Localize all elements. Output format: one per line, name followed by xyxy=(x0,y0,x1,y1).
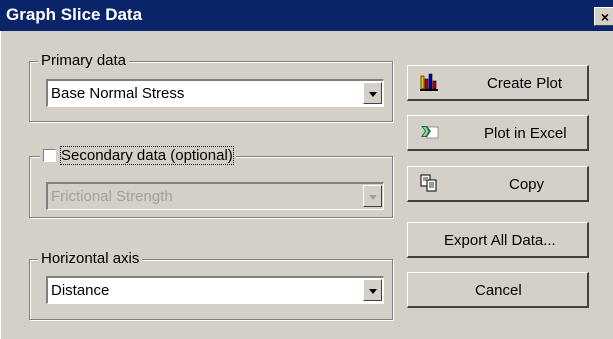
primary-data-select[interactable]: Base Normal Stress xyxy=(46,79,384,107)
secondary-data-legend: Secondary data (optional) xyxy=(40,146,236,165)
copy-icon xyxy=(420,174,437,192)
window-title: Graph Slice Data xyxy=(6,5,143,24)
bar-chart-icon xyxy=(420,73,438,91)
primary-data-label: Primary data xyxy=(38,52,130,70)
excel-icon xyxy=(421,126,439,139)
copy-label: Copy xyxy=(509,176,545,193)
secondary-data-select: Frictional Strength xyxy=(46,182,384,210)
create-plot-button[interactable]: Create Plot xyxy=(407,65,589,101)
secondary-data-value: Frictional Strength xyxy=(51,188,173,205)
plot-in-excel-button[interactable]: Plot in Excel xyxy=(407,115,589,151)
copy-button[interactable]: Copy xyxy=(407,166,589,202)
horizontal-axis-label: Horizontal axis xyxy=(38,250,143,268)
horizontal-axis-select[interactable]: Distance xyxy=(46,276,384,304)
horizontal-axis-value: Distance xyxy=(51,282,110,299)
export-all-data-label: Export All Data... xyxy=(444,232,556,249)
export-all-data-button[interactable]: Export All Data... xyxy=(407,222,589,258)
close-button[interactable]: × xyxy=(594,7,613,26)
chevron-down-icon xyxy=(363,185,382,207)
chevron-down-icon[interactable] xyxy=(363,82,382,104)
cancel-label: Cancel xyxy=(475,282,522,299)
cancel-button[interactable]: Cancel xyxy=(407,272,589,308)
primary-data-value: Base Normal Stress xyxy=(51,85,185,102)
secondary-data-checkbox[interactable] xyxy=(43,148,56,162)
create-plot-label: Create Plot xyxy=(487,75,563,92)
close-icon: × xyxy=(600,9,610,25)
title-bar: Graph Slice Data × xyxy=(0,0,613,31)
chevron-down-icon[interactable] xyxy=(363,279,382,301)
plot-in-excel-label: Plot in Excel xyxy=(484,125,567,142)
primary-data-group: Primary data Base Normal Stress xyxy=(29,52,393,122)
secondary-data-group: Secondary data (optional) Frictional Str… xyxy=(29,146,393,218)
secondary-data-label[interactable]: Secondary data (optional) xyxy=(60,146,234,165)
horizontal-axis-group: Horizontal axis Distance xyxy=(29,250,393,320)
